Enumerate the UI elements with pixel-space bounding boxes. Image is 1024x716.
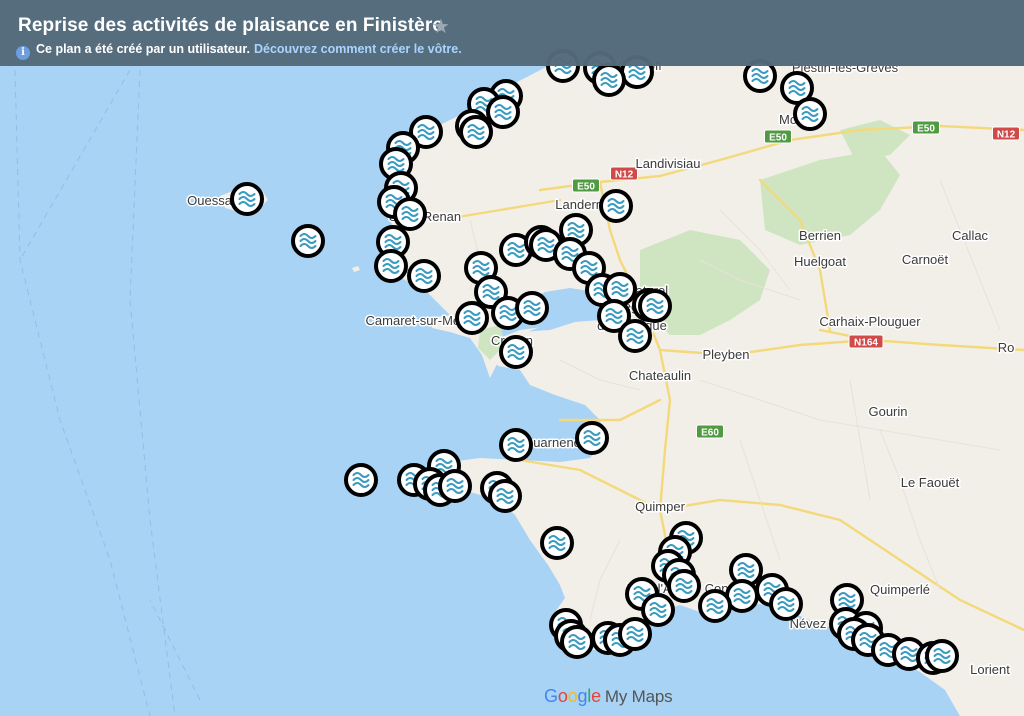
marina-marker[interactable] xyxy=(230,182,264,216)
road-shield-label: E50 xyxy=(769,133,787,144)
road-shield-label: E50 xyxy=(917,124,935,135)
marina-marker[interactable] xyxy=(486,95,520,129)
road-shield: E60 xyxy=(696,424,724,439)
marina-marker[interactable] xyxy=(618,319,652,353)
place-label: Pleyben xyxy=(703,347,750,362)
marina-marker[interactable] xyxy=(603,272,637,306)
marina-marker[interactable] xyxy=(488,479,522,513)
marina-marker[interactable] xyxy=(925,639,959,673)
marina-marker[interactable] xyxy=(438,469,472,503)
info-icon: i xyxy=(16,46,30,60)
place-label: Carnoët xyxy=(902,252,949,267)
road-shield: N12 xyxy=(992,126,1020,141)
marina-marker[interactable] xyxy=(667,569,701,603)
marina-marker[interactable] xyxy=(560,625,594,659)
place-label: Carhaix-Plouguer xyxy=(819,314,921,329)
road-shield: E50 xyxy=(764,129,792,144)
marina-marker[interactable] xyxy=(459,115,493,149)
marina-marker[interactable] xyxy=(641,593,675,627)
marina-marker[interactable] xyxy=(575,421,609,455)
marina-marker[interactable] xyxy=(393,197,427,231)
marina-marker[interactable] xyxy=(374,249,408,283)
road-shield: E50 xyxy=(912,120,940,135)
marina-marker[interactable] xyxy=(291,224,325,258)
map-canvas[interactable]: E50E50N12N12E50N164E60 Plestin-les-Grève… xyxy=(0,0,1024,716)
marina-marker[interactable] xyxy=(344,463,378,497)
road-shield-label: E50 xyxy=(577,182,595,193)
place-label: Berrien xyxy=(799,228,841,243)
marina-marker[interactable] xyxy=(599,189,633,223)
marina-marker[interactable] xyxy=(455,301,489,335)
place-label: Quimperlé xyxy=(870,582,930,597)
creator-info: i Ce plan a été créé par un utilisateur. D… xyxy=(16,42,462,60)
place-label: Gourin xyxy=(868,404,907,419)
marina-marker[interactable] xyxy=(769,587,803,621)
road-shield: N164 xyxy=(848,334,884,349)
place-label: Landivisiau xyxy=(635,156,700,171)
map-title: Reprise des activités de plaisance en Fi… xyxy=(18,15,444,36)
road-shield-label: E60 xyxy=(701,428,719,439)
map-header: Reprise des activités de plaisance en Fi… xyxy=(0,0,1024,66)
road-shield: N12 xyxy=(610,166,638,181)
marina-marker[interactable] xyxy=(618,617,652,651)
place-label: Quimper xyxy=(635,499,686,514)
place-label: Lorient xyxy=(970,662,1010,677)
road-shield-label: N12 xyxy=(615,170,634,181)
marina-marker[interactable] xyxy=(592,63,626,97)
place-label: Huelgoat xyxy=(794,254,846,269)
marina-marker[interactable] xyxy=(698,589,732,623)
marina-marker[interactable] xyxy=(540,526,574,560)
star-icon[interactable]: ★ xyxy=(432,14,450,39)
marina-marker[interactable] xyxy=(407,259,441,293)
marina-marker[interactable] xyxy=(499,428,533,462)
place-label: Chateaulin xyxy=(629,368,691,383)
marina-marker[interactable] xyxy=(638,289,672,323)
marina-marker[interactable] xyxy=(515,291,549,325)
place-label: Le Faouët xyxy=(901,475,960,490)
learn-create-link[interactable]: Découvrez comment créer le vôtre. xyxy=(254,42,462,56)
marina-marker[interactable] xyxy=(499,335,533,369)
road-shield: E50 xyxy=(572,178,600,193)
place-label: Ro xyxy=(998,340,1015,355)
google-my-maps-logo: Google My Maps xyxy=(544,686,673,707)
place-label: Camaret-sur-Mer xyxy=(366,313,466,328)
marina-marker[interactable] xyxy=(793,97,827,131)
creator-info-text: Ce plan a été créé par un utilisateur. xyxy=(36,42,250,56)
google-logo: Google xyxy=(544,686,601,706)
my-maps-text: My Maps xyxy=(604,687,673,706)
place-label: Callac xyxy=(952,228,989,243)
road-shield-label: N164 xyxy=(854,338,878,349)
road-shield-label: N12 xyxy=(997,130,1016,141)
